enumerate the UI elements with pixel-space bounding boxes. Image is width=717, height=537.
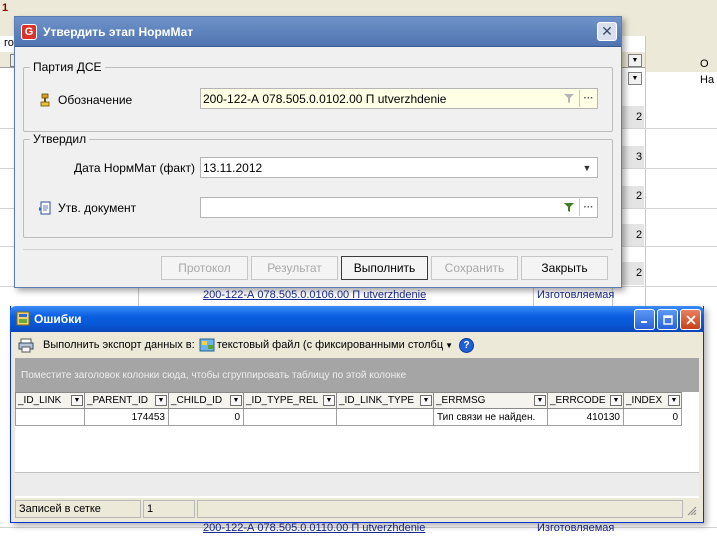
date-value: 13.11.2012 bbox=[203, 160, 263, 175]
table-cell[interactable] bbox=[15, 409, 85, 426]
column-header[interactable]: _ID_LINK_TYPE ▼ bbox=[337, 392, 434, 409]
save-button[interactable]: Сохранить bbox=[431, 256, 518, 280]
document-label: Утв. документ bbox=[58, 201, 137, 215]
minimize-icon[interactable] bbox=[634, 309, 655, 330]
close-button[interactable]: Закрыть bbox=[521, 256, 608, 280]
background-row-number: 2 bbox=[636, 111, 643, 123]
execute-button[interactable]: Выполнить bbox=[341, 256, 428, 280]
chevron-down-icon[interactable]: ▼ bbox=[230, 395, 242, 406]
background-link-row[interactable]: 200-122-А 078.505.0.0110.00 П utverzhden… bbox=[203, 522, 425, 534]
filter-icon[interactable] bbox=[560, 90, 578, 107]
designation-browse-button[interactable]: ··· bbox=[579, 90, 597, 107]
chevron-down-icon[interactable]: ▼ bbox=[534, 395, 546, 406]
protocol-button[interactable]: Протокол bbox=[161, 256, 248, 280]
chevron-down-icon[interactable]: ▼ bbox=[668, 395, 680, 406]
background-type-cell: Изготовляемая bbox=[537, 522, 615, 534]
help-icon[interactable]: ? bbox=[459, 337, 475, 353]
background-corner-label-2: го bbox=[4, 37, 14, 49]
background-row-number: 2 bbox=[636, 267, 643, 279]
group-by-area[interactable]: Поместите заголовок колонки сюда, чтобы … bbox=[15, 358, 699, 392]
errors-toolbar: Выполнить экспорт данных в: текстовый фа… bbox=[13, 332, 701, 358]
grid-footer bbox=[15, 472, 699, 496]
export-label: Выполнить экспорт данных в: bbox=[43, 339, 195, 351]
approver-group: Утвердил Дата НормМат (факт) 13.11.2012 … bbox=[23, 132, 613, 238]
export-format-value: текстовый файл (с фиксированными столбц bbox=[216, 339, 444, 351]
chevron-down-icon[interactable]: ▼ bbox=[71, 395, 83, 406]
app-window-icon bbox=[16, 311, 30, 326]
filter-icon[interactable] bbox=[560, 199, 578, 216]
table-cell[interactable]: Тип связи не найден. bbox=[434, 409, 548, 426]
app-logo-icon: G bbox=[21, 23, 37, 40]
maximize-icon[interactable] bbox=[657, 309, 678, 330]
table-cell[interactable]: 174453 bbox=[85, 409, 169, 426]
column-header[interactable]: _ERRCODE ▼ bbox=[548, 392, 624, 409]
designation-label: Обозначение bbox=[58, 93, 133, 107]
records-count: 1 bbox=[143, 500, 195, 518]
chevron-down-icon[interactable]: ▼ bbox=[578, 159, 596, 176]
document-browse-button[interactable]: ··· bbox=[579, 199, 597, 216]
column-header[interactable]: _ID_TYPE_REL ▼ bbox=[244, 392, 337, 409]
batch-group-legend: Партия ДСЕ bbox=[30, 60, 105, 74]
designation-icon bbox=[38, 93, 52, 107]
table-cell[interactable] bbox=[337, 409, 434, 426]
column-header[interactable]: _ID_LINK ▼ bbox=[15, 392, 85, 409]
document-icon bbox=[38, 201, 52, 215]
export-format-select[interactable]: текстовый файл (с фиксированными столбц … bbox=[199, 338, 453, 352]
chevron-down-icon: ▼ bbox=[445, 340, 454, 350]
background-link-row[interactable]: 200-122-А 078.505.0.0106.00 П utverzhden… bbox=[203, 289, 426, 301]
column-header[interactable]: _INDEX ▼ bbox=[624, 392, 682, 409]
dialog-title-bar[interactable]: G Утвердить этап НормМат bbox=[15, 17, 621, 47]
background-row-number: 3 bbox=[636, 151, 643, 163]
approver-group-legend: Утвердил bbox=[30, 132, 90, 146]
chevron-down-icon[interactable]: ▼ bbox=[610, 395, 622, 406]
errors-window: Ошибки Выполнить экспорт данных в: текст… bbox=[10, 306, 704, 523]
column-header[interactable]: _PARENT_ID ▼ bbox=[85, 392, 169, 409]
dialog-title: Утвердить этап НормМат bbox=[43, 24, 194, 39]
batch-group: Партия ДСЕ Обозначение 200-122-А 078.505… bbox=[23, 60, 613, 132]
print-icon[interactable] bbox=[17, 336, 35, 354]
designation-value: 200-122-А 078.505.0.0102.00 П utverzhden… bbox=[203, 91, 447, 106]
status-bar: Записей в сетке 1 bbox=[15, 500, 699, 518]
records-label: Записей в сетке bbox=[15, 500, 141, 518]
dialog-button-bar: Протокол Результат Выполнить Сохранить З… bbox=[23, 249, 613, 283]
text-file-icon bbox=[199, 338, 215, 352]
table-cell[interactable]: 410130 bbox=[548, 409, 624, 426]
resize-grip-icon[interactable] bbox=[687, 506, 697, 516]
errors-title: Ошибки bbox=[34, 312, 82, 326]
background-row-number: 2 bbox=[636, 190, 643, 202]
chevron-down-icon[interactable]: ▼ bbox=[155, 395, 167, 406]
background-row-number: 2 bbox=[636, 229, 643, 241]
date-field[interactable]: 13.11.2012 ▼ bbox=[200, 157, 598, 178]
column-header[interactable]: _CHILD_ID ▼ bbox=[169, 392, 244, 409]
background-header-o: О bbox=[700, 58, 709, 70]
approve-stage-dialog: G Утвердить этап НормМат ✕ Партия ДСЕ Об… bbox=[14, 16, 622, 288]
chevron-down-icon[interactable]: ▼ bbox=[323, 395, 335, 406]
background-column-dropdown-2[interactable]: ▼ bbox=[628, 72, 642, 85]
background-column-dropdown[interactable]: ▼ bbox=[628, 54, 642, 67]
table-cell[interactable] bbox=[244, 409, 337, 426]
background-type-cell: Изготовляемая bbox=[537, 289, 615, 301]
designation-field[interactable]: 200-122-А 078.505.0.0102.00 П utverzhden… bbox=[200, 88, 598, 109]
close-icon[interactable] bbox=[680, 309, 701, 330]
status-empty-panel bbox=[197, 500, 683, 518]
table-cell[interactable]: 0 bbox=[169, 409, 244, 426]
table-cell[interactable]: 0 bbox=[624, 409, 682, 426]
document-field[interactable]: ··· bbox=[200, 197, 598, 218]
date-label: Дата НормМат (факт) bbox=[74, 161, 195, 175]
chevron-down-icon[interactable]: ▼ bbox=[420, 395, 432, 406]
background-header-na: На bbox=[700, 74, 715, 86]
errors-title-bar[interactable]: Ошибки bbox=[10, 306, 704, 332]
close-icon[interactable]: ✕ bbox=[597, 22, 617, 41]
column-header[interactable]: _ERRMSG ▼ bbox=[434, 392, 548, 409]
result-button[interactable]: Результат bbox=[251, 256, 338, 280]
